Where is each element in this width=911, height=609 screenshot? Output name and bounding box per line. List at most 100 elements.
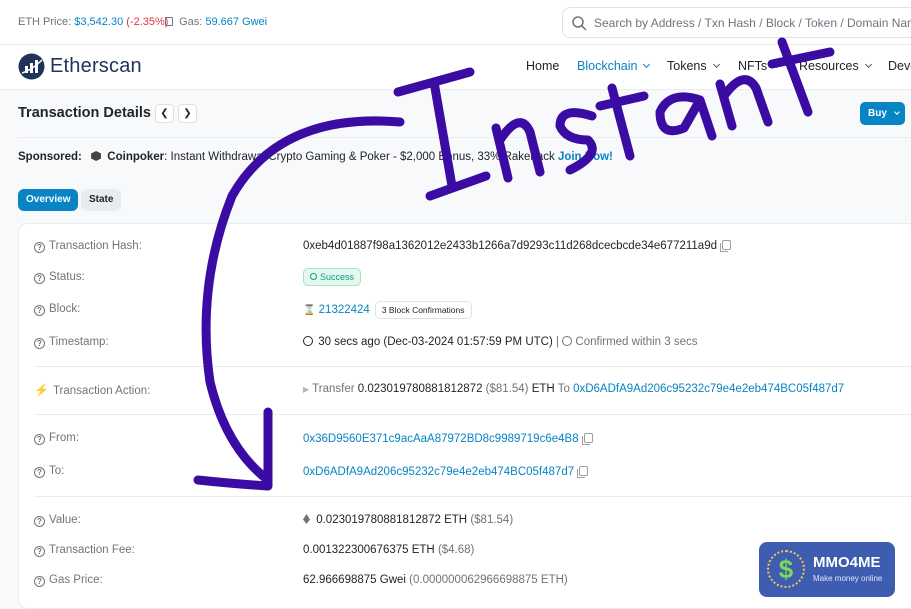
prev-tx-button[interactable]: ❮ (155, 104, 174, 123)
hourglass-icon: ⌛ (303, 305, 316, 316)
value-label-text: Value: (49, 514, 81, 526)
gas-price-label: ? Gas Price: (34, 574, 103, 587)
ethereum-icon (303, 514, 310, 524)
tab-overview[interactable]: Overview (18, 189, 79, 211)
coinpoker-icon (91, 151, 102, 161)
nav-home[interactable]: Home (526, 59, 559, 73)
gas-icon (165, 17, 173, 26)
block-value: ⌛ 21322424 3 Block Confirmations (303, 301, 472, 319)
block-confirmations-badge: 3 Block Confirmations (374, 301, 472, 319)
nav-blockchain-label: Blockchain (577, 59, 638, 73)
tab-state[interactable]: State (81, 189, 122, 211)
question-icon[interactable]: ? (34, 467, 45, 478)
question-icon[interactable]: ? (34, 516, 45, 527)
nav-nfts-label: NFTs (738, 59, 768, 73)
to-label: ? To: (34, 465, 64, 478)
to-address-link[interactable]: 0xD6ADfA9Ad206c95232c79e4e2eb474BC05f487… (303, 466, 574, 478)
dollar-coin-icon: $ (767, 550, 805, 588)
gas-price: Gas: 59.667 Gwei (165, 16, 267, 28)
eth-price-value[interactable]: $3,542.30 (74, 16, 123, 28)
sponsored-brand[interactable]: Coinpoker (107, 151, 164, 163)
timestamp-separator: | (556, 336, 559, 348)
nav-tokens[interactable]: Tokens (667, 59, 720, 73)
question-icon[interactable]: ? (34, 546, 45, 557)
timestamp-label: ? Timestamp: (34, 336, 109, 349)
fee-usd: ($4.68) (437, 544, 475, 556)
block-label-text: Block: (49, 303, 81, 315)
question-icon[interactable]: ? (34, 242, 45, 253)
gas-price-value: 62.966698875 Gwei (0.000000062966698875 … (303, 574, 568, 586)
question-icon[interactable]: ? (34, 434, 45, 445)
watermark-subtitle: Make money online (813, 574, 883, 583)
question-icon[interactable]: ? (34, 305, 45, 316)
gas-label: Gas: (179, 16, 203, 28)
tx-hash-value: 0xeb4d01887f98a1362012e2433b1266a7d9293c… (303, 240, 731, 252)
fee-value: 0.001322300676375 ETH ($4.68) (303, 544, 474, 556)
page-title: Transaction Details (18, 105, 151, 121)
value-amount: 0.023019780881812872 ETH (316, 514, 468, 526)
tx-action-usd: ($81.54) (485, 383, 529, 395)
copy-icon[interactable] (719, 240, 731, 252)
sponsored-cta[interactable]: Join Now! (558, 151, 613, 163)
check-circle-icon (310, 273, 317, 280)
from-address-link[interactable]: 0x36D9560E371c9acAaA87972BD8c9989719c6e4… (303, 433, 579, 445)
from-label-text: From: (49, 432, 80, 444)
search-icon (572, 16, 587, 31)
caret-right-icon: ▶ (303, 385, 310, 394)
main-navbar: Etherscan Home Blockchain Tokens NFTs Re… (0, 45, 911, 90)
nav-developers[interactable]: Deve (888, 59, 911, 73)
stopwatch-icon (562, 336, 573, 346)
lightning-icon: ⚡ (34, 383, 49, 397)
tx-action-amount: 0.023019780881812872 (357, 383, 483, 395)
value-label: ? Value: (34, 514, 81, 527)
search-input[interactable]: Search by Address / Txn Hash / Block / T… (562, 7, 911, 38)
eth-price-change: (-2.35%) (126, 16, 169, 28)
nav-resources[interactable]: Resources (799, 59, 872, 73)
tx-hash-text: 0xeb4d01887f98a1362012e2433b1266a7d9293c… (303, 240, 717, 252)
tx-action-label-text: Transaction Action: (52, 385, 151, 397)
value-value: 0.023019780881812872 ETH ($81.54) (303, 514, 513, 526)
buy-button[interactable]: Buy (860, 102, 905, 125)
from-value: 0x36D9560E371c9acAaA87972BD8c9989719c6e4… (303, 433, 593, 445)
mmo4me-watermark: $ MMO4ME Make money online (759, 542, 895, 597)
tx-action-verb: Transfer (312, 383, 355, 395)
tx-action-to-word: To (557, 383, 570, 395)
chevron-down-icon (643, 60, 651, 69)
fee-label: ? Transaction Fee: (34, 544, 135, 557)
status-badge-text: Success (320, 272, 355, 282)
fee-label-text: Transaction Fee: (49, 544, 135, 556)
tx-hash-label-text: Transaction Hash: (49, 240, 142, 252)
tx-action-to-address[interactable]: 0xD6ADfA9Ad206c95232c79e4e2eb474BC05f487… (573, 383, 844, 395)
copy-icon[interactable] (581, 433, 593, 445)
nav-nfts[interactable]: NFTs (738, 59, 781, 73)
tx-action-value: ▶ Transfer 0.023019780881812872 ($81.54)… (303, 383, 844, 395)
timestamp-label-text: Timestamp: (49, 336, 109, 348)
section-divider (34, 414, 911, 415)
block-number-link[interactable]: 21322424 (319, 304, 370, 316)
chevron-down-icon (864, 60, 872, 69)
divider (18, 137, 911, 138)
search-placeholder: Search by Address / Txn Hash / Block / T… (594, 16, 911, 30)
question-icon[interactable]: ? (34, 338, 45, 349)
question-icon[interactable]: ? (34, 273, 45, 284)
buy-label: Buy (868, 108, 887, 119)
tx-action-label: ⚡ Transaction Action: (34, 383, 150, 397)
etherscan-logo-icon[interactable] (18, 53, 45, 80)
question-icon[interactable]: ? (34, 576, 45, 587)
section-divider (34, 366, 911, 367)
brand-name[interactable]: Etherscan (50, 55, 142, 78)
gas-price-label-text: Gas Price: (49, 574, 103, 586)
tx-action-unit: ETH (531, 383, 555, 395)
sponsored-text: : Instant Withdrawal Crypto Gaming & Pok… (164, 151, 555, 163)
copy-icon[interactable] (577, 466, 589, 478)
next-tx-button[interactable]: ❯ (178, 104, 197, 123)
fee-amount: 0.001322300676375 ETH (303, 544, 435, 556)
top-stats-bar: ETH Price: $3,542.30 (-2.35%) Gas: 59.66… (0, 0, 911, 45)
block-label: ? Block: (34, 303, 80, 316)
gas-value[interactable]: 59.667 Gwei (205, 16, 267, 28)
chevron-left-icon: ❮ (160, 108, 169, 119)
status-label: ? Status: (34, 271, 85, 284)
chevron-down-icon (773, 60, 781, 69)
timestamp-value: 30 secs ago (Dec-03-2024 01:57:59 PM UTC… (303, 336, 697, 348)
nav-blockchain[interactable]: Blockchain (577, 59, 651, 73)
